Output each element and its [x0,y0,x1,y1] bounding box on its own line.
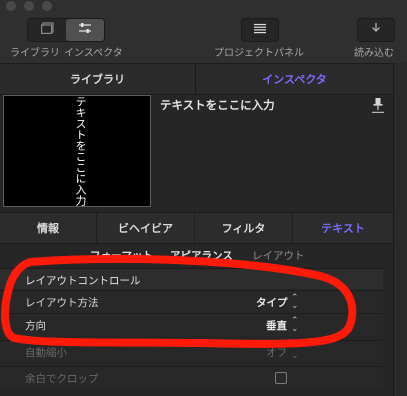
auto-shrink-row: 自動縮小 オフ ⌃ ⌄ [0,340,383,363]
window-control-zoom[interactable] [42,1,52,11]
download-arrow-icon [370,22,382,38]
crop-to-margins-checkbox[interactable] [275,372,287,384]
crop-to-margins-row: 余白でクロップ [0,366,383,389]
direction-label: 方向 [25,320,46,332]
sliders-icon [78,22,92,38]
library-toolbar-label: ライブラリ [10,48,60,59]
tab-info[interactable]: 情報 [0,213,97,243]
section-header: レイアウトコントロール [25,275,141,287]
auto-shrink-select[interactable]: オフ [266,345,287,360]
tab-library[interactable]: ライブラリ [0,64,196,94]
library-toggle[interactable] [28,19,66,41]
tab-text[interactable]: テキスト [293,213,393,243]
clip-title: テキストをここに入力 [160,98,275,112]
project-panel-button[interactable] [241,18,279,42]
import-button[interactable] [357,18,395,42]
tab-filters[interactable]: フィルタ [195,213,293,243]
layout-method-row: レイアウト方法 タイプ ⌃ ⌄ [0,290,383,313]
view-mode-segmented-control [27,18,105,42]
list-icon [253,23,267,38]
inspector-toolbar-label: インスペクタ [64,48,123,59]
tab-layout[interactable]: レイアウト [252,248,305,263]
inspector-sub-tab-bar: 情報 ビヘイビア フィルタ テキスト [0,212,393,244]
tab-behaviors[interactable]: ビヘイビア [97,213,195,243]
layout-controls-section[interactable]: レイアウトコントロール [0,268,383,289]
tab-inspector[interactable]: インスペクタ [196,64,393,94]
chevron-updown-icon[interactable]: ⌃ ⌄ [291,317,299,334]
window-control-close[interactable] [6,1,16,11]
import-label: 読み込む [354,48,394,59]
preview-vertical-text: テキストをここに入力 [74,96,87,206]
direction-select[interactable]: 垂直 [266,318,287,333]
window-control-minimize[interactable] [24,1,34,11]
layout-method-label: レイアウト方法 [25,297,99,309]
main-tab-bar: ライブラリ インスペクタ [0,63,393,95]
library-icon [40,22,54,38]
crop-to-margins-label: 余白でクロップ [25,373,99,385]
project-panel-label: プロジェクトパネル [214,48,304,59]
toolbar: ライブラリ インスペクタ プロジェクトパネル 読み込む [0,0,407,64]
inspector-toggle[interactable] [66,19,104,41]
tab-format[interactable]: フォーマット [90,248,153,263]
layout-method-select[interactable]: タイプ [256,295,288,310]
tab-appearance[interactable]: アピアランス [170,248,233,263]
auto-shrink-label: 自動縮小 [25,347,67,359]
chevron-updown-icon[interactable]: ⌃ ⌄ [291,294,299,311]
chevron-updown-icon[interactable]: ⌃ ⌄ [291,344,299,361]
pin-icon[interactable] [372,97,384,116]
direction-row: 方向 垂直 ⌃ ⌄ [0,313,383,336]
right-edge-panel [393,63,407,396]
